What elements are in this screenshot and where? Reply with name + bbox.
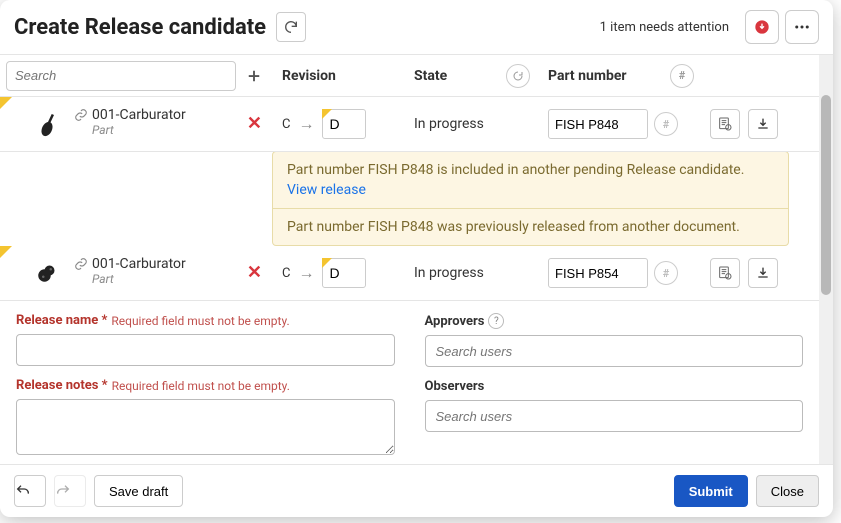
link-icon xyxy=(74,108,88,122)
approvers-input[interactable] xyxy=(425,335,804,367)
search-input[interactable] xyxy=(6,61,236,91)
part-type-text: Part xyxy=(92,123,186,137)
revision-to-input[interactable] xyxy=(322,109,366,139)
save-draft-button[interactable]: Save draft xyxy=(94,475,183,507)
properties-icon xyxy=(717,265,733,281)
hash-icon: # xyxy=(663,267,670,280)
observers-label: Observers xyxy=(425,379,485,394)
column-header-revision: Revision xyxy=(272,68,404,84)
redo-button xyxy=(54,475,86,507)
download-button[interactable] xyxy=(748,258,778,288)
part-thumbnail xyxy=(30,107,64,141)
state-text: In progress xyxy=(404,97,538,151)
properties-icon xyxy=(717,116,733,132)
refresh-button[interactable] xyxy=(276,12,306,42)
part-type-text: Part xyxy=(92,272,186,286)
view-properties-button[interactable] xyxy=(710,258,740,288)
revision-from: C xyxy=(282,266,290,281)
undo-icon xyxy=(15,483,31,499)
undo-button[interactable] xyxy=(14,475,46,507)
more-button[interactable] xyxy=(785,10,819,44)
column-header-part-number: Part number xyxy=(548,68,627,84)
part-number-gen-row-button[interactable]: # xyxy=(654,112,678,136)
release-notes-textarea[interactable] xyxy=(16,399,395,455)
plus-icon xyxy=(245,67,263,85)
revision-to-input[interactable] xyxy=(322,258,366,288)
part-name-text: 001-Carburator xyxy=(92,256,186,272)
release-name-input[interactable] xyxy=(16,334,395,366)
part-icon xyxy=(32,258,62,288)
state-refresh-button[interactable] xyxy=(506,64,530,88)
release-notes-required-note: Required field must not be empty. xyxy=(112,379,290,393)
redo-icon xyxy=(55,483,71,499)
table-row: 001-Carburator Part ✕ C → In progress # xyxy=(0,246,819,301)
approvers-help-icon[interactable]: ? xyxy=(488,313,504,329)
part-thumbnail xyxy=(30,256,64,290)
page-title: Create Release candidate xyxy=(14,15,266,40)
link-icon xyxy=(74,257,88,271)
download-icon xyxy=(755,265,771,281)
remove-row-button[interactable]: ✕ xyxy=(247,113,262,134)
release-name-label: Release name * xyxy=(16,313,107,328)
vertical-scrollbar[interactable] xyxy=(819,55,833,464)
hash-icon: # xyxy=(663,118,670,131)
part-number-input[interactable] xyxy=(548,258,648,288)
release-name-required-note: Required field must not be empty. xyxy=(111,314,289,328)
add-item-button[interactable] xyxy=(242,64,266,88)
table-row: 001-Carburator Part ✕ C → In progress # xyxy=(0,97,819,152)
remove-row-button[interactable]: ✕ xyxy=(247,262,262,283)
view-release-link[interactable]: View release xyxy=(287,182,774,198)
hash-icon: # xyxy=(679,69,686,82)
column-header-state: State xyxy=(414,68,447,84)
state-text: In progress xyxy=(404,246,538,300)
attention-text: 1 item needs attention xyxy=(600,20,729,35)
warning-text: Part number FISH P848 was previously rel… xyxy=(287,219,740,235)
arrow-right-icon: → xyxy=(298,114,314,134)
close-button[interactable]: Close xyxy=(756,475,819,507)
observers-input[interactable] xyxy=(425,400,804,432)
alert-down-icon xyxy=(754,19,770,35)
download-icon xyxy=(755,116,771,132)
warning-text: Part number FISH P848 is included in ano… xyxy=(287,162,744,178)
submit-button[interactable]: Submit xyxy=(674,475,748,507)
part-name-text: 001-Carburator xyxy=(92,107,186,123)
part-icon xyxy=(32,109,62,139)
alert-button[interactable] xyxy=(745,10,779,44)
part-number-input[interactable] xyxy=(548,109,648,139)
cycle-icon xyxy=(512,70,524,82)
refresh-icon xyxy=(283,19,299,35)
download-button[interactable] xyxy=(748,109,778,139)
part-number-gen-button[interactable]: # xyxy=(670,64,694,88)
revision-from: C xyxy=(282,117,290,132)
more-horizontal-icon xyxy=(793,18,811,36)
part-number-gen-row-button[interactable]: # xyxy=(654,261,678,285)
warnings-panel: Part number FISH P848 is included in ano… xyxy=(272,151,789,246)
release-notes-label: Release notes * xyxy=(16,378,108,393)
view-properties-button[interactable] xyxy=(710,109,740,139)
arrow-right-icon: → xyxy=(298,263,314,283)
approvers-label: Approvers xyxy=(425,314,485,329)
